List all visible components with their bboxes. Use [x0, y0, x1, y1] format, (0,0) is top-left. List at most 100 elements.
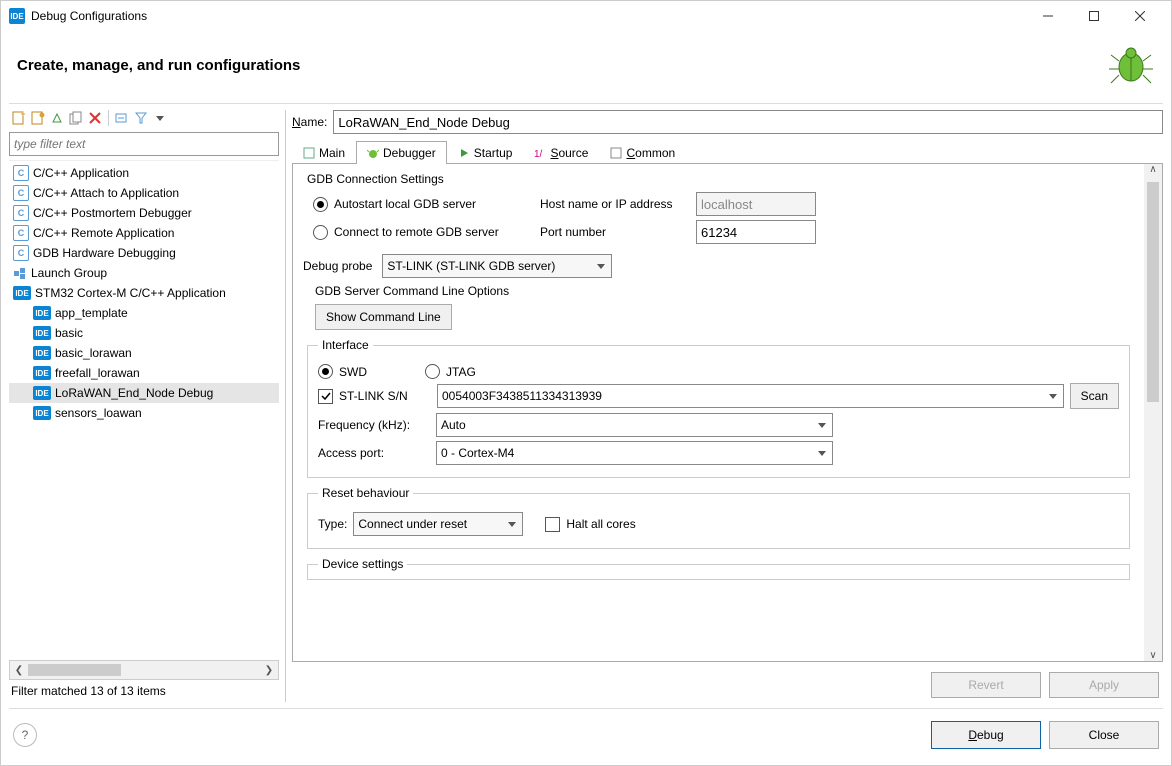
help-button[interactable]: ?: [13, 723, 37, 747]
tree-item[interactable]: IDEbasic: [9, 323, 279, 343]
tree-item-label: freefall_lorawan: [55, 366, 140, 380]
device-settings-legend: Device settings: [318, 557, 407, 571]
c-config-icon: C: [13, 245, 29, 261]
checkbox-halt-all-cores[interactable]: [545, 517, 560, 532]
tree-item-label: sensors_loawan: [55, 406, 142, 420]
tree-item[interactable]: IDE app_template: [9, 303, 279, 323]
tree-item[interactable]: C GDB Hardware Debugging: [9, 243, 279, 263]
radio-autostart[interactable]: [313, 197, 328, 212]
tab-common[interactable]: Common: [599, 141, 686, 164]
debug-button[interactable]: Debug: [931, 721, 1041, 749]
tree-item-label: app_template: [55, 306, 128, 320]
ide-config-icon: IDE: [33, 386, 51, 400]
tree-item-label: STM32 Cortex-M C/C++ Application: [35, 286, 226, 300]
tree-item[interactable]: Launch Group: [9, 263, 279, 283]
maximize-icon: [1089, 11, 1099, 21]
filter-icon[interactable]: [133, 110, 149, 126]
gdb-autostart-row: Autostart local GDB server Host name or …: [313, 192, 1134, 216]
tab-source[interactable]: 1/ Source: [523, 141, 599, 164]
minimize-button[interactable]: [1025, 1, 1071, 31]
toolbar-dropdown-icon[interactable]: [152, 110, 168, 126]
scroll-right-icon[interactable]: ❯: [260, 665, 278, 676]
delete-icon[interactable]: [87, 110, 103, 126]
port-input[interactable]: [696, 220, 816, 244]
apply-button[interactable]: Apply: [1049, 672, 1159, 698]
tree-item-label: GDB Hardware Debugging: [33, 246, 176, 260]
radio-swd[interactable]: [318, 364, 333, 379]
ide-config-icon: IDE: [33, 366, 51, 380]
ide-config-icon: IDE: [33, 406, 51, 420]
revert-button[interactable]: Revert: [931, 672, 1041, 698]
host-input: [696, 192, 816, 216]
reset-fieldset: Reset behaviour Type: Connect under rese…: [307, 486, 1130, 549]
close-footer-button[interactable]: Close: [1049, 721, 1159, 749]
svg-text:1/: 1/: [534, 149, 543, 159]
maximize-button[interactable]: [1071, 1, 1117, 31]
c-config-icon: C: [13, 185, 29, 201]
tree-item[interactable]: IDE sensors_loawan: [9, 403, 279, 423]
reset-type-select[interactable]: Connect under reset: [353, 512, 523, 536]
scroll-thumb[interactable]: [28, 664, 121, 676]
bug-icon: [1107, 41, 1155, 89]
ide-config-icon: IDE: [13, 286, 31, 300]
tree-hscrollbar[interactable]: ❮ ❯: [9, 660, 279, 680]
jtag-label: JTAG: [446, 365, 476, 379]
tree-item[interactable]: CC/C++ Remote Application: [9, 223, 279, 243]
name-input[interactable]: [333, 110, 1163, 134]
c-config-icon: C: [13, 205, 29, 221]
tab-main[interactable]: Main: [292, 141, 356, 164]
tab-startup[interactable]: Startup: [447, 141, 524, 164]
header-title: Create, manage, and run configurations: [17, 57, 300, 74]
tree-item[interactable]: IDEbasic_lorawan: [9, 343, 279, 363]
new-prototype-icon[interactable]: [30, 110, 46, 126]
close-button[interactable]: [1117, 1, 1163, 31]
duplicate-icon[interactable]: [68, 110, 84, 126]
scroll-up-icon[interactable]: ∧: [1144, 164, 1162, 175]
access-port-combo[interactable]: 0 - Cortex-M4: [436, 441, 833, 465]
tab-main-label: Main: [319, 146, 345, 160]
stlink-sn-label: ST-LINK S/N: [339, 389, 431, 403]
scroll-left-icon[interactable]: ❮: [10, 665, 28, 676]
tree-item[interactable]: CC/C++ Application: [9, 163, 279, 183]
tab-debugger-label: Debugger: [383, 146, 436, 160]
access-port-label: Access port:: [318, 446, 430, 460]
vscroll-thumb[interactable]: [1147, 182, 1159, 402]
interface-legend: Interface: [318, 338, 373, 352]
debug-probe-row: Debug probe ST-LINK (ST-LINK GDB server): [303, 254, 1134, 278]
filter-input[interactable]: [9, 132, 279, 156]
new-config-icon[interactable]: [11, 110, 27, 126]
stlink-sn-combo[interactable]: 0054003F3438511334313939: [437, 384, 1064, 408]
tree-item[interactable]: IDE LoRaWAN_End_Node Debug: [9, 383, 279, 403]
debug-probe-select[interactable]: ST-LINK (ST-LINK GDB server): [382, 254, 612, 278]
window-title: Debug Configurations: [31, 9, 1025, 23]
titlebar: IDE Debug Configurations: [1, 1, 1171, 31]
name-row: Name:: [292, 110, 1163, 134]
connect-remote-label: Connect to remote GDB server: [334, 225, 534, 239]
scroll-down-icon[interactable]: ∨: [1144, 650, 1162, 661]
tree-item-label: C/C++ Application: [33, 166, 129, 180]
tree-item[interactable]: CC/C++ Attach to Application: [9, 183, 279, 203]
checkbox-stlink-sn[interactable]: [318, 389, 333, 404]
export-icon[interactable]: [49, 110, 65, 126]
ide-config-icon: IDE: [33, 306, 51, 320]
debug-configurations-window: IDE Debug Configurations Create, manage,…: [0, 0, 1172, 766]
collapse-all-icon[interactable]: [114, 110, 130, 126]
radio-jtag[interactable]: [425, 364, 440, 379]
tree-item[interactable]: IDE freefall_lorawan: [9, 363, 279, 383]
scroll-track[interactable]: [28, 664, 260, 676]
filter-status: Filter matched 13 of 13 items: [9, 680, 279, 702]
scan-button[interactable]: Scan: [1070, 383, 1119, 409]
tree-item[interactable]: CC/C++ Postmortem Debugger: [9, 203, 279, 223]
radio-connect-remote[interactable]: [313, 225, 328, 240]
tree-item-label: LoRaWAN_End_Node Debug: [55, 386, 213, 400]
tab-content-wrap: GDB Connection Settings Autostart local …: [292, 164, 1163, 662]
tree-item[interactable]: IDE STM32 Cortex-M C/C++ Application: [9, 283, 279, 303]
frequency-combo[interactable]: Auto: [436, 413, 833, 437]
show-command-line-button[interactable]: Show Command Line: [315, 304, 452, 330]
content-vscrollbar[interactable]: ∧ ∨: [1144, 164, 1162, 661]
launch-group-icon: [13, 266, 27, 280]
config-tree[interactable]: CC/C++ ApplicationCC/C++ Attach to Appli…: [9, 160, 279, 658]
tab-debugger[interactable]: Debugger: [356, 141, 447, 164]
debug-probe-value: ST-LINK (ST-LINK GDB server): [387, 259, 555, 273]
ide-config-icon: IDE: [33, 346, 51, 360]
